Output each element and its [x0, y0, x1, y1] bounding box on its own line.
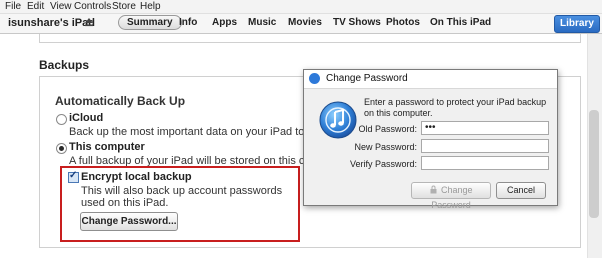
tab-music[interactable]: Music [248, 17, 276, 28]
menu-edit[interactable]: Edit [27, 1, 44, 12]
device-name[interactable]: isunshare's iPad [8, 17, 95, 29]
icloud-description: Back up the most important data on your … [69, 126, 342, 138]
menu-help[interactable]: Help [140, 1, 161, 12]
cancel-button[interactable]: Cancel [496, 182, 546, 199]
menu-file[interactable]: File [5, 1, 21, 12]
new-password-label: New Password: [354, 142, 417, 152]
new-password-field[interactable] [421, 139, 549, 153]
verify-password-field[interactable] [421, 156, 549, 170]
verify-password-label: Verify Password: [349, 159, 417, 169]
tab-summary[interactable]: Summary [118, 15, 182, 30]
library-button[interactable]: Library [554, 15, 600, 33]
change-password-confirm-button[interactable]: Change Password [411, 182, 491, 210]
encrypt-label[interactable]: Encrypt local backup [81, 171, 192, 183]
change-password-button[interactable]: Change Password... [80, 212, 178, 231]
tab-apps[interactable]: Apps [212, 17, 237, 28]
dialog-title: Change Password [326, 73, 408, 84]
menu-controls[interactable]: Controls [74, 1, 111, 12]
old-password-field[interactable]: ••• [421, 121, 549, 135]
eject-icon[interactable] [84, 16, 94, 28]
tab-on-this-ipad[interactable]: On This iPad [430, 17, 491, 28]
tab-info[interactable]: Info [179, 17, 197, 28]
encrypt-description: This will also back up account passwords… [81, 185, 283, 209]
scrollbar-thumb[interactable] [589, 110, 599, 218]
icloud-label[interactable]: iCloud [69, 112, 103, 124]
previous-section-border [39, 34, 581, 43]
dialog-titlebar[interactable]: Change Password [304, 70, 557, 89]
tab-tv-shows[interactable]: TV Shows [333, 17, 381, 28]
tab-photos[interactable]: Photos [386, 17, 420, 28]
backups-heading: Backups [39, 58, 90, 72]
tab-movies[interactable]: Movies [288, 17, 322, 28]
itunes-small-icon [309, 73, 320, 84]
this-computer-radio[interactable] [56, 143, 67, 154]
change-password-dialog: Change Password Enter a password to prot… [303, 69, 558, 210]
menu-bar: File Edit View Controls Store Help [0, 0, 602, 14]
lock-icon [430, 185, 437, 194]
toolbar: isunshare's iPad Summary Info Apps Music… [0, 14, 602, 34]
encrypt-checkbox[interactable] [68, 170, 79, 183]
dialog-message: Enter a password to protect your iPad ba… [364, 97, 547, 118]
menu-store[interactable]: Store [112, 1, 136, 12]
auto-backup-heading: Automatically Back Up [55, 94, 186, 108]
old-password-label: Old Password: [358, 124, 417, 134]
change-password-confirm-label: Change Password [431, 185, 473, 210]
this-computer-label[interactable]: This computer [69, 141, 145, 153]
icloud-radio[interactable] [56, 114, 67, 125]
menu-view[interactable]: View [50, 1, 72, 12]
